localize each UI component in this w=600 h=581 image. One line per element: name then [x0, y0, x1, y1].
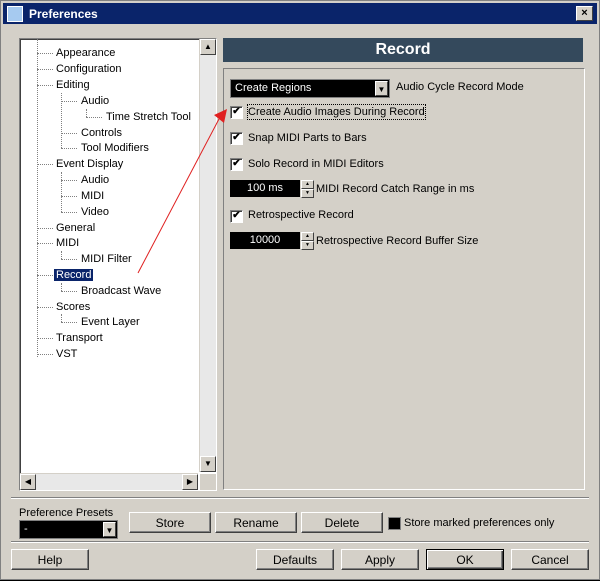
store-marked-checkbox[interactable] [388, 517, 401, 530]
ok-button[interactable]: OK [426, 549, 504, 570]
store-button[interactable]: Store [129, 512, 211, 533]
help-button[interactable]: Help [11, 549, 89, 570]
divider [11, 541, 589, 543]
divider [11, 497, 589, 499]
store-marked-label: Store marked preferences only [404, 517, 555, 529]
preference-presets-select[interactable]: - ▼ [19, 520, 118, 539]
defaults-button[interactable]: Defaults [256, 549, 334, 570]
annotation-arrow-icon [137, 109, 227, 274]
delete-button[interactable]: Delete [301, 512, 383, 533]
preference-presets-label: Preference Presets [19, 507, 114, 519]
cancel-button[interactable]: Cancel [511, 549, 589, 570]
rename-button[interactable]: Rename [215, 512, 297, 533]
apply-button[interactable]: Apply [341, 549, 419, 570]
preferences-window: Preferences × Appearance Configuration E… [0, 0, 600, 580]
chevron-down-icon[interactable]: ▼ [103, 522, 116, 537]
